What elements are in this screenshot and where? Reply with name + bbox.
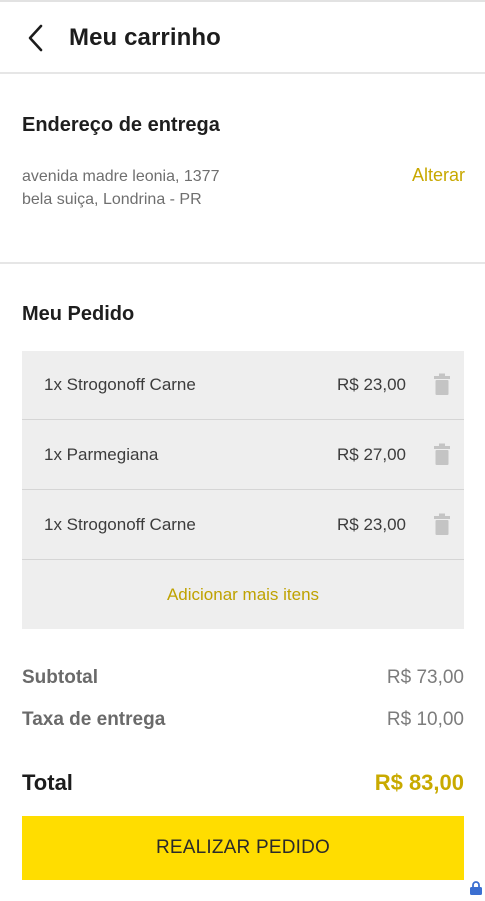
section-divider: [0, 262, 485, 264]
order-item-row: 1x Strogonoff Carne R$ 23,00: [22, 351, 464, 420]
app-bar: Meu carrinho: [0, 2, 485, 72]
header-divider: [0, 72, 485, 74]
add-more-items-button[interactable]: Adicionar mais itens: [22, 561, 464, 629]
order-heading: Meu Pedido: [22, 303, 135, 325]
subtotal-label: Subtotal: [22, 667, 98, 688]
order-item-price: R$ 27,00: [337, 445, 406, 464]
order-items-list: 1x Strogonoff Carne R$ 23,00 1x Parmegia…: [22, 351, 464, 629]
delivery-fee-label: Taxa de entrega: [22, 709, 166, 730]
remove-item-button[interactable]: [432, 443, 452, 467]
back-button[interactable]: [20, 22, 52, 54]
delivery-address-heading: Endereço de entrega: [22, 114, 220, 136]
remove-item-button[interactable]: [432, 373, 452, 397]
order-item-price: R$ 23,00: [337, 515, 406, 534]
address-line-city: bela suiça, Londrina - PR: [22, 191, 202, 208]
order-item-row: 1x Parmegiana R$ 27,00: [22, 421, 464, 490]
total-label: Total: [22, 770, 73, 795]
address-line-street: avenida madre leonia, 1377: [22, 168, 220, 185]
place-order-button[interactable]: REALIZAR PEDIDO: [22, 816, 464, 880]
order-item-name: 1x Parmegiana: [44, 445, 159, 464]
change-address-link[interactable]: Alterar: [412, 165, 465, 186]
trash-icon: [434, 443, 450, 465]
remove-item-button[interactable]: [432, 513, 452, 537]
order-item-name: 1x Strogonoff Carne: [44, 375, 196, 394]
trash-icon: [434, 373, 450, 395]
subtotal-value: R$ 73,00: [386, 667, 464, 688]
order-item-price: R$ 23,00: [337, 375, 406, 394]
lock-icon: [468, 880, 484, 896]
chevron-left-icon: [28, 24, 43, 52]
total-value: R$ 83,00: [374, 770, 464, 795]
page-title: Meu carrinho: [69, 24, 221, 51]
order-item-row: 1x Strogonoff Carne R$ 23,00: [22, 491, 464, 560]
delivery-fee-value: R$ 10,00: [386, 709, 464, 730]
trash-icon: [434, 513, 450, 535]
order-item-name: 1x Strogonoff Carne: [44, 515, 196, 534]
